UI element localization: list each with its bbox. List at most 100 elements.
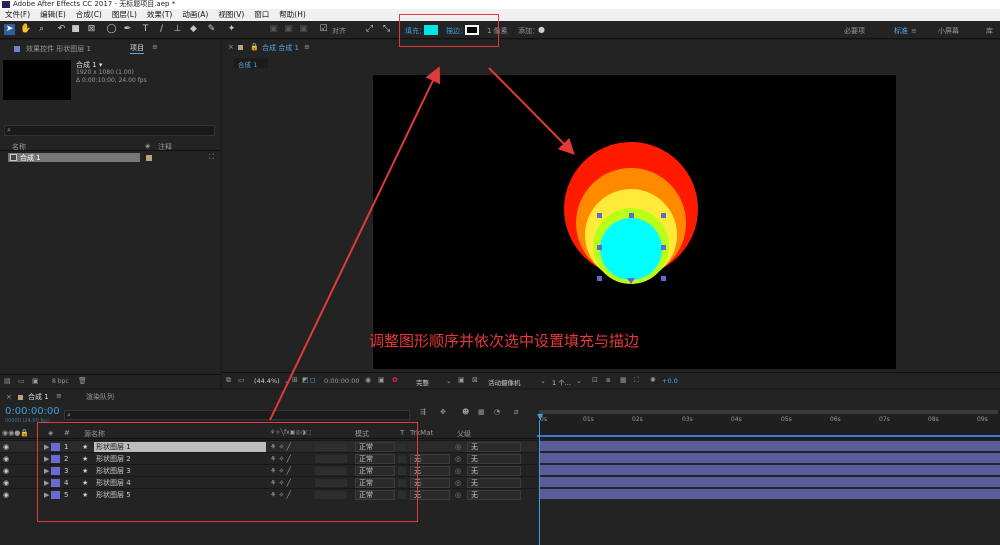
render-queue-tab[interactable]: 渲染队列: [86, 392, 114, 402]
toggle-transparency-grid-icon[interactable]: ⊠: [472, 376, 478, 384]
fast-preview-icon[interactable]: ⧈: [606, 376, 610, 385]
resolution-select[interactable]: 完整: [416, 377, 429, 387]
parent-dropdown[interactable]: 无: [467, 454, 521, 464]
snap-option-icon[interactable]: ⤢: [364, 24, 375, 35]
local-axis-icon[interactable]: ▣: [268, 24, 279, 35]
frame-blending-icon[interactable]: ▦: [478, 408, 485, 416]
show-snapshot-icon[interactable]: ▣: [378, 376, 385, 384]
pen-tool-icon[interactable]: ✒: [122, 24, 133, 35]
hand-tool-icon[interactable]: ✋: [20, 24, 31, 35]
view-axis-icon[interactable]: ▣: [298, 24, 309, 35]
playhead-icon[interactable]: ▼: [537, 412, 543, 422]
timeline-toggle-icon[interactable]: ▦: [620, 376, 627, 384]
layer-duration-bar[interactable]: [539, 489, 1000, 499]
label-tag-icon[interactable]: ◈: [145, 142, 150, 150]
type-tool-icon[interactable]: T: [140, 24, 151, 35]
tab-composition[interactable]: 合成 合成 1: [262, 43, 299, 53]
menu-file[interactable]: 文件(F): [0, 9, 35, 21]
graph-editor-icon[interactable]: ⧄: [514, 408, 518, 417]
world-axis-icon[interactable]: ▣: [283, 24, 294, 35]
comp-viewer[interactable]: 调整图形顺序并依次选中设置填充与描边: [369, 75, 896, 369]
shy-layers-icon[interactable]: ☻: [462, 408, 469, 416]
rotate-tool-icon[interactable]: ↶: [56, 24, 67, 35]
add-button-icon[interactable]: ●: [538, 25, 545, 34]
layer-duration-bar[interactable]: [539, 453, 1000, 463]
parent-column[interactable]: 父级: [457, 429, 471, 439]
new-comp-icon[interactable]: ▣: [32, 377, 39, 385]
workspace-menu-icon[interactable]: ≡: [911, 27, 917, 35]
flowchart-icon[interactable]: ⛶: [209, 153, 214, 162]
menu-edit[interactable]: 编辑(E): [35, 9, 71, 21]
layer-duration-bar[interactable]: [539, 477, 1000, 487]
workspace-libraries[interactable]: 库: [986, 26, 993, 36]
timeline-close-icon[interactable]: ×: [6, 393, 12, 401]
menu-effect[interactable]: 效果(T): [142, 9, 177, 21]
lock-icon[interactable]: 🔒: [250, 43, 259, 51]
parent-pickwhip-icon[interactable]: ◎: [455, 489, 461, 501]
color-channel-icon[interactable]: ✿: [392, 376, 398, 384]
snap-extra-icon[interactable]: ⤡: [381, 24, 392, 35]
brush-tool-icon[interactable]: /: [156, 24, 167, 35]
viewer-timecode[interactable]: 0:00:00:00: [324, 377, 360, 385]
item-label-color[interactable]: [146, 155, 152, 161]
grid-icon[interactable]: ⊞: [292, 376, 298, 384]
close-tab-icon[interactable]: ×: [228, 43, 234, 51]
zoom-level[interactable]: (44.4%): [254, 377, 280, 385]
project-item-row[interactable]: 合成 1: [8, 153, 140, 162]
views-select[interactable]: 1 个...: [552, 377, 571, 387]
av-features-icon[interactable]: ◉◉●🔒: [2, 429, 29, 437]
column-name[interactable]: 名称: [12, 142, 26, 152]
eraser-tool-icon[interactable]: ◆: [188, 24, 199, 35]
playhead-line[interactable]: [539, 420, 540, 545]
time-ruler[interactable]: 0s 01s 02s 03s 04s 05s 06s 07s 08s 09s: [537, 410, 1000, 440]
workspace-small-screen[interactable]: 小屏幕: [938, 26, 959, 36]
pan-behind-tool-icon[interactable]: ⊠: [86, 24, 97, 35]
comp-mini-flowchart-icon[interactable]: ⇶: [420, 408, 426, 416]
roto-brush-tool-icon[interactable]: ✎: [206, 24, 217, 35]
interpret-footage-icon[interactable]: ▤: [4, 377, 11, 385]
monitor-icon[interactable]: ▭: [238, 376, 245, 384]
clone-stamp-tool-icon[interactable]: ⊥: [172, 24, 183, 35]
menu-view[interactable]: 视图(V): [213, 9, 249, 21]
zoom-tool-icon[interactable]: ⌕: [36, 24, 47, 35]
views-dropdown-icon[interactable]: ⌄: [576, 377, 582, 385]
menu-layer[interactable]: 图层(L): [107, 9, 142, 21]
layer-duration-bar[interactable]: [539, 441, 1000, 451]
snap-checkbox-icon[interactable]: ☑: [318, 24, 329, 35]
transparency-icon[interactable]: ◻: [310, 376, 316, 384]
comp-subtab[interactable]: 合成 1: [234, 58, 268, 69]
puppet-tool-icon[interactable]: ✦: [226, 24, 237, 35]
timeline-search-input[interactable]: ⌕: [64, 410, 410, 420]
camera-dropdown-icon[interactable]: ⌄: [540, 377, 546, 385]
visibility-eye-icon[interactable]: ◉: [3, 489, 9, 501]
selection-tool-icon[interactable]: ➤: [4, 24, 15, 35]
toggle-pixel-icon[interactable]: ⊡: [592, 376, 598, 384]
project-search-input[interactable]: ⌕: [4, 125, 215, 136]
project-menu-icon[interactable]: ≡: [152, 43, 158, 51]
trash-icon[interactable]: 🗑: [78, 377, 87, 385]
parent-dropdown[interactable]: 无: [467, 442, 521, 452]
flowchart-view-icon[interactable]: ⛶: [634, 376, 639, 385]
work-area-bar[interactable]: [539, 410, 998, 414]
mask-icon[interactable]: ◩: [302, 376, 309, 384]
timeline-timecode[interactable]: 0:00:00:00: [5, 406, 60, 417]
resolution-dropdown-icon[interactable]: ⌄: [446, 377, 452, 385]
menu-window[interactable]: 窗口: [249, 9, 274, 21]
parent-dropdown[interactable]: 无: [467, 490, 521, 500]
column-comment[interactable]: 注释: [158, 142, 172, 152]
new-folder-icon[interactable]: ▭: [18, 377, 25, 385]
menu-composition[interactable]: 合成(C): [71, 9, 107, 21]
camera-select[interactable]: 活动摄像机: [488, 377, 521, 387]
zoom-dropdown-icon[interactable]: ⌄: [284, 377, 290, 385]
bit-depth[interactable]: 8 bpc: [52, 378, 69, 385]
workspace-essentials[interactable]: 必要项: [844, 26, 865, 36]
tab-effect-controls[interactable]: 效果控件 形状图层 1: [26, 44, 91, 54]
ellipse-tool-icon[interactable]: ◯: [106, 24, 117, 35]
tab-project[interactable]: 项目: [130, 43, 144, 54]
motion-blur-icon[interactable]: ◔: [494, 408, 500, 416]
region-of-interest-icon[interactable]: ▣: [458, 376, 465, 384]
exposure-value[interactable]: +0.0: [662, 377, 678, 385]
menu-animation[interactable]: 动画(A): [177, 9, 213, 21]
layer-duration-bar[interactable]: [539, 465, 1000, 475]
always-preview-icon[interactable]: ⧉: [226, 376, 231, 385]
